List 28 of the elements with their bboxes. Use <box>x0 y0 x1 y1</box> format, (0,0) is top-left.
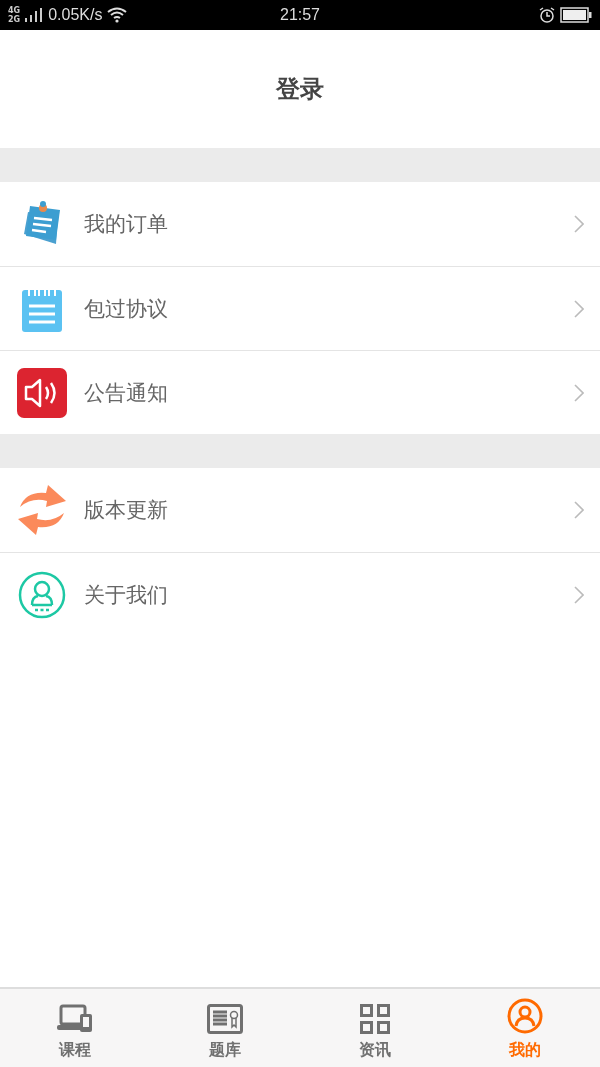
menu-item[interactable]: 版本更新 <box>0 468 600 552</box>
menu-item[interactable]: 我的订单 <box>0 182 600 266</box>
clock-time: 21:57 <box>280 6 320 24</box>
alarm-icon <box>539 7 555 23</box>
tab[interactable]: 资讯 <box>300 989 450 1067</box>
page-title: 登录 <box>276 74 324 105</box>
tab[interactable]: 题库 <box>150 989 300 1067</box>
menu-item[interactable]: 关于我们 <box>0 552 600 636</box>
certificate-icon <box>207 1004 243 1034</box>
network-speed: 0.05K/s <box>48 6 103 24</box>
chevron-icon <box>574 585 584 604</box>
tab[interactable]: 课程 <box>0 989 150 1067</box>
network-type: 2G <box>8 15 21 24</box>
chevron-icon <box>574 299 584 318</box>
chevron-icon <box>574 215 584 233</box>
refresh-icon <box>16 485 68 535</box>
menu-item[interactable]: 包过协议 <box>0 266 600 350</box>
network-type: 4G <box>8 6 21 15</box>
chevron-icon <box>574 501 584 519</box>
wifi-icon <box>107 7 128 23</box>
grid-icon <box>360 1004 390 1034</box>
person-icon <box>18 570 66 619</box>
battery-icon <box>560 7 592 23</box>
chevron-icon <box>574 383 584 402</box>
devices-icon <box>57 1004 93 1034</box>
signal-icon <box>25 8 44 22</box>
speaker-icon <box>17 367 67 418</box>
user-icon <box>507 998 543 1034</box>
